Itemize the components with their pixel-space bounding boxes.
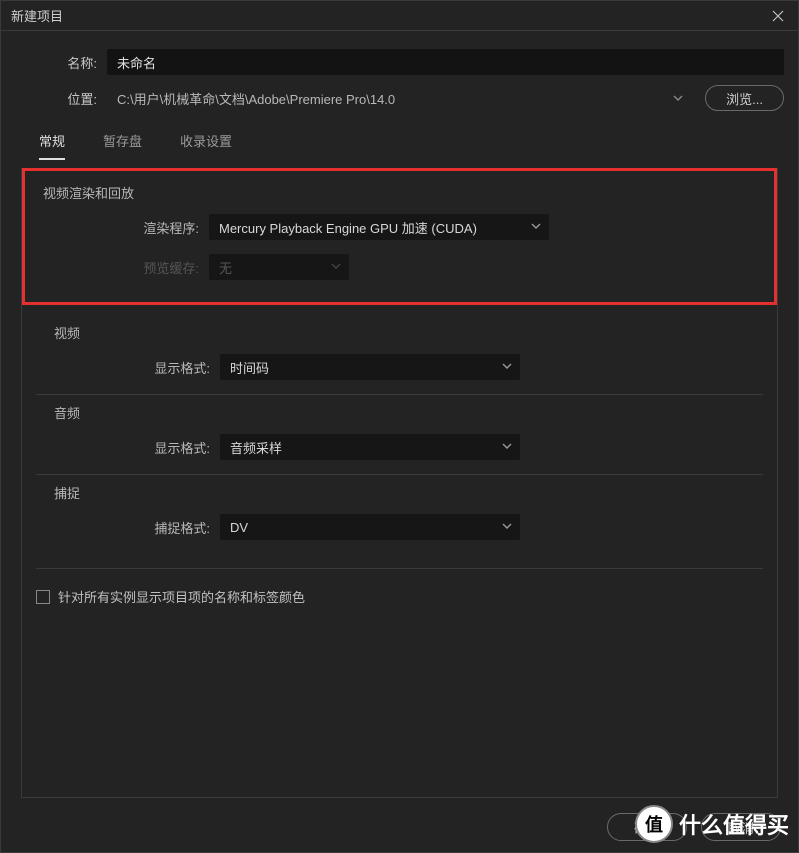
capture-format-row: 捕捉格式: DV — [50, 514, 749, 540]
audio-format-label: 显示格式: — [50, 438, 220, 457]
tabs-container: 常规 暂存盘 收录设置 视频渲染和回放 渲染程序: Mercury Playba… — [15, 131, 784, 798]
chevron-down-icon — [331, 261, 341, 274]
tab-general[interactable]: 常规 — [39, 131, 65, 160]
location-dropdown[interactable]: C:\用户\机械革命\文档\Adobe\Premiere Pro\14.0 — [107, 85, 693, 111]
audio-format-row: 显示格式: 音频采样 — [50, 434, 749, 460]
render-section-highlight: 视频渲染和回放 渲染程序: Mercury Playback Engine GP… — [22, 168, 777, 305]
name-label: 名称: — [15, 53, 107, 72]
capture-section-title: 捕捉 — [50, 483, 749, 502]
render-section-title: 视频渲染和回放 — [39, 183, 760, 202]
audio-section-title: 音频 — [50, 403, 749, 422]
video-format-dropdown[interactable]: 时间码 — [220, 354, 520, 380]
dialog-body: 名称: 位置: C:\用户\机械革命\文档\Adobe\Premiere Pro… — [1, 31, 798, 798]
video-format-row: 显示格式: 时间码 — [50, 354, 749, 380]
video-section-title: 视频 — [50, 323, 749, 342]
capture-section: 捕捉 捕捉格式: DV — [36, 475, 763, 554]
dialog-title: 新建项目 — [11, 6, 768, 25]
dialog-footer: 确定 取消 — [607, 813, 781, 841]
cancel-button[interactable]: 取消 — [701, 813, 781, 841]
video-section: 视频 显示格式: 时间码 — [36, 315, 763, 395]
chevron-down-icon — [673, 91, 683, 106]
preview-cache-label: 预览缓存: — [39, 258, 209, 277]
new-project-dialog: 新建项目 名称: 位置: C:\用户\机械革命\文档\Adobe\Premier… — [0, 0, 799, 853]
show-labels-label: 针对所有实例显示项目项的名称和标签颜色 — [58, 587, 305, 606]
location-value: C:\用户\机械革命\文档\Adobe\Premiere Pro\14.0 — [117, 89, 395, 108]
ok-button[interactable]: 确定 — [607, 813, 687, 841]
preview-cache-value: 无 — [219, 258, 232, 277]
renderer-dropdown[interactable]: Mercury Playback Engine GPU 加速 (CUDA) — [209, 214, 549, 240]
audio-section: 音频 显示格式: 音频采样 — [36, 395, 763, 475]
video-format-label: 显示格式: — [50, 358, 220, 377]
capture-format-value: DV — [230, 520, 248, 535]
capture-format-dropdown[interactable]: DV — [220, 514, 520, 540]
renderer-row: 渲染程序: Mercury Playback Engine GPU 加速 (CU… — [39, 214, 760, 240]
name-input[interactable] — [107, 49, 784, 75]
chevron-down-icon — [502, 361, 512, 374]
audio-format-dropdown[interactable]: 音频采样 — [220, 434, 520, 460]
preview-cache-dropdown: 无 — [209, 254, 349, 280]
show-labels-checkbox[interactable] — [36, 590, 50, 604]
audio-format-value: 音频采样 — [230, 438, 282, 457]
chevron-down-icon — [502, 441, 512, 454]
titlebar: 新建项目 — [1, 1, 798, 31]
location-label: 位置: — [15, 89, 107, 108]
name-row: 名称: — [15, 49, 784, 75]
renderer-label: 渲染程序: — [39, 218, 209, 237]
preview-cache-row: 预览缓存: 无 — [39, 254, 760, 280]
capture-format-label: 捕捉格式: — [50, 518, 220, 537]
tab-ingest[interactable]: 收录设置 — [180, 131, 232, 160]
chevron-down-icon — [531, 221, 541, 234]
renderer-value: Mercury Playback Engine GPU 加速 (CUDA) — [219, 218, 477, 237]
show-labels-checkbox-row: 针对所有实例显示项目项的名称和标签颜色 — [22, 569, 777, 624]
location-row: 位置: C:\用户\机械革命\文档\Adobe\Premiere Pro\14.… — [15, 85, 784, 111]
browse-button[interactable]: 浏览... — [705, 85, 784, 111]
tab-scratch-disks[interactable]: 暂存盘 — [103, 131, 142, 160]
tabs: 常规 暂存盘 收录设置 — [21, 131, 778, 160]
chevron-down-icon — [502, 521, 512, 534]
video-format-value: 时间码 — [230, 358, 269, 377]
close-icon[interactable] — [768, 6, 788, 26]
tab-panel-general: 视频渲染和回放 渲染程序: Mercury Playback Engine GP… — [21, 168, 778, 798]
